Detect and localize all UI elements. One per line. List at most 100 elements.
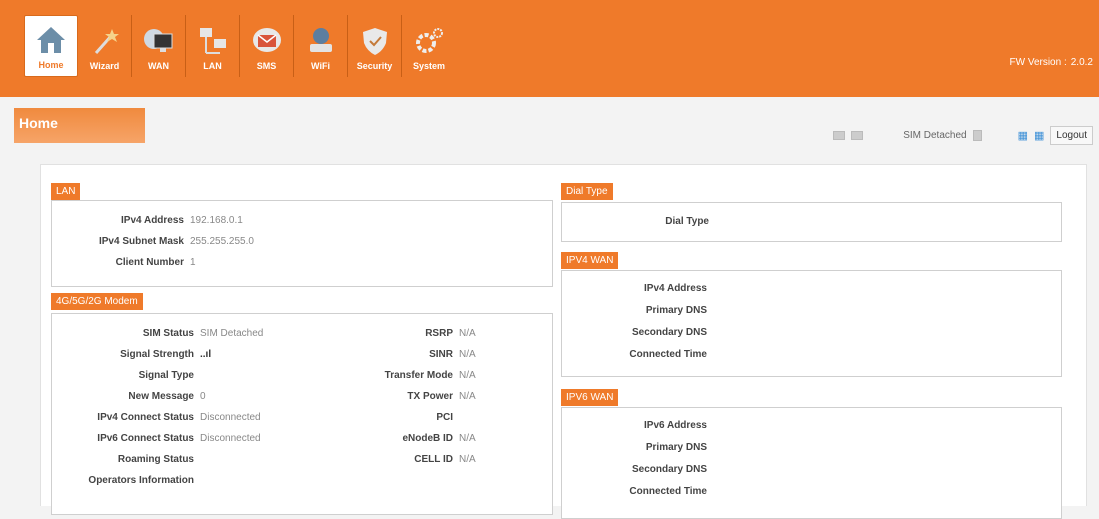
nav-system-label: System [412, 61, 446, 71]
page-title: Home [14, 108, 145, 143]
ipv6wan-time-label: Connected Time [629, 486, 707, 497]
signal-indicator-icon [833, 131, 846, 140]
tx-power-value: N/A [459, 391, 476, 402]
operators-row: Operators Information [51, 475, 194, 486]
signal-strength-row: Signal Strength ..ıl [51, 349, 211, 360]
sim-status-value: SIM Detached [200, 328, 264, 339]
sim-status-text: SIM Detached [903, 130, 967, 141]
envelope-icon [252, 28, 281, 52]
new-message-label: New Message [128, 391, 194, 402]
top-navigation-bar: Home Wizard WAN LAN SMS WiFi Security Sy… [0, 0, 1099, 97]
pci-row: PCI [323, 412, 453, 423]
transfer-mode-value: N/A [459, 370, 476, 381]
ipv6-connect-label: IPv6 Connect Status [97, 433, 194, 444]
ipv4wan-pdns-row: Primary DNS [561, 305, 707, 316]
lan-ipv4-address-row: IPv4 Address 192.168.0.1 [51, 215, 243, 226]
ipv4wan-pdns-label: Primary DNS [645, 305, 707, 316]
nav-sms[interactable]: SMS [240, 15, 294, 77]
sim-status-row: SIM Status SIM Detached [51, 328, 264, 339]
firmware-label: FW Version : [1009, 57, 1067, 68]
nav-wan[interactable]: WAN [132, 15, 186, 77]
lan-client-row: Client Number 1 [51, 257, 196, 268]
computer-connect-icon: ▦ [1017, 130, 1028, 142]
ipv6wan-sdns-label: Secondary DNS [631, 464, 707, 475]
cellid-value: N/A [459, 454, 476, 465]
lan-client-value: 1 [190, 257, 196, 268]
nav-wizard-label: Wizard [89, 61, 120, 71]
dial-type-row: Dial Type [561, 216, 709, 227]
enodeb-row: eNodeB ID N/A [323, 433, 476, 444]
signal-strength-label: Signal Strength [120, 349, 194, 360]
enodeb-value: N/A [459, 433, 476, 444]
logout-button[interactable]: Logout [1050, 126, 1093, 145]
rsrp-label: RSRP [425, 328, 453, 339]
sim-card-icon [972, 130, 982, 141]
sinr-label: SINR [429, 349, 453, 360]
wifi-router-icon [309, 28, 332, 52]
ipv6wan-address-row: IPv6 Address [561, 420, 707, 431]
ipv6wan-pdns-row: Primary DNS [561, 442, 707, 453]
modem-section-title: 4G/5G/2G Modem [51, 293, 143, 310]
nav-sms-label: SMS [256, 61, 277, 71]
ipv4wan-time-label: Connected Time [629, 349, 707, 360]
dial-section-title: Dial Type [561, 183, 613, 200]
ipv4wan-section-title: IPV4 WAN [561, 252, 619, 269]
sinr-row: SINR N/A [323, 349, 476, 360]
ipv6wan-address-label: IPv6 Address [644, 420, 707, 431]
nav-wifi[interactable]: WiFi [294, 15, 348, 77]
globe-monitor-icon [143, 29, 172, 52]
operators-label: Operators Information [88, 475, 194, 486]
main-nav: Home Wizard WAN LAN SMS WiFi Security Sy… [24, 15, 456, 77]
nav-wifi-label: WiFi [311, 61, 330, 71]
enodeb-label: eNodeB ID [402, 433, 453, 444]
ipv4wan-sdns-label: Secondary DNS [631, 327, 707, 338]
main-panel: LAN IPv4 Address 192.168.0.1 IPv4 Subnet … [40, 164, 1087, 519]
roaming-row: Roaming Status [51, 454, 194, 465]
ipv4wan-address-row: IPv4 Address [561, 283, 707, 294]
ipv6wan-section-title: IPV6 WAN [561, 389, 619, 406]
ipv4-connect-row: IPv4 Connect Status Disconnected [51, 412, 260, 423]
firmware-version: FW Version :2.0.2 [1006, 57, 1094, 68]
lan-ipv4-address-label: IPv4 Address [121, 215, 184, 226]
transfer-mode-row: Transfer Mode N/A [323, 370, 476, 381]
new-message-row: New Message 0 [51, 391, 206, 402]
nav-lan[interactable]: LAN [186, 15, 240, 77]
lan-ipv4-address-value: 192.168.0.1 [190, 215, 243, 226]
ipv4-connect-label: IPv4 Connect Status [97, 412, 194, 423]
ipv4wan-time-row: Connected Time [561, 349, 707, 360]
ipv4wan-address-label: IPv4 Address [644, 283, 707, 294]
nav-wizard[interactable]: Wizard [78, 15, 132, 77]
ipv6wan-sdns-row: Secondary DNS [561, 464, 707, 475]
cellid-row: CELL ID N/A [323, 454, 476, 465]
pci-label: PCI [436, 412, 453, 423]
lan-section-title: LAN [51, 183, 81, 200]
ipv6-connect-row: IPv6 Connect Status Disconnected [51, 433, 261, 444]
ipv4wan-sdns-row: Secondary DNS [561, 327, 707, 338]
cellid-label: CELL ID [414, 454, 453, 465]
transfer-mode-label: Transfer Mode [384, 370, 453, 381]
lan-subnet-value: 255.255.255.0 [190, 236, 254, 247]
shield-icon [362, 28, 387, 55]
nav-security[interactable]: Security [348, 15, 402, 77]
status-bar: SIM Detached ▦ ▦ Logout [833, 126, 1093, 145]
sim-status-label: SIM Status [142, 328, 194, 339]
ipv6-connect-value: Disconnected [200, 433, 261, 444]
firmware-value: 2.0.2 [1070, 57, 1093, 68]
dial-type-label: Dial Type [665, 216, 709, 227]
sinr-value: N/A [459, 349, 476, 360]
signal-type-label: Signal Type [138, 370, 194, 381]
lan-subnet-row: IPv4 Subnet Mask 255.255.255.0 [51, 236, 254, 247]
nav-home-label: Home [38, 60, 64, 70]
nav-system[interactable]: System [402, 15, 456, 77]
new-message-value: 0 [200, 391, 206, 402]
client-count-icon: ▦ [1034, 130, 1045, 142]
rsrp-row: RSRP N/A [323, 328, 476, 339]
nav-home[interactable]: Home [24, 15, 78, 77]
nav-security-label: Security [356, 61, 393, 71]
network-computers-icon [199, 28, 226, 54]
home-icon [37, 27, 65, 53]
roaming-label: Roaming Status [117, 454, 194, 465]
nav-lan-label: LAN [203, 61, 222, 71]
rsrp-value: N/A [459, 328, 476, 339]
gear-icon [416, 28, 443, 53]
